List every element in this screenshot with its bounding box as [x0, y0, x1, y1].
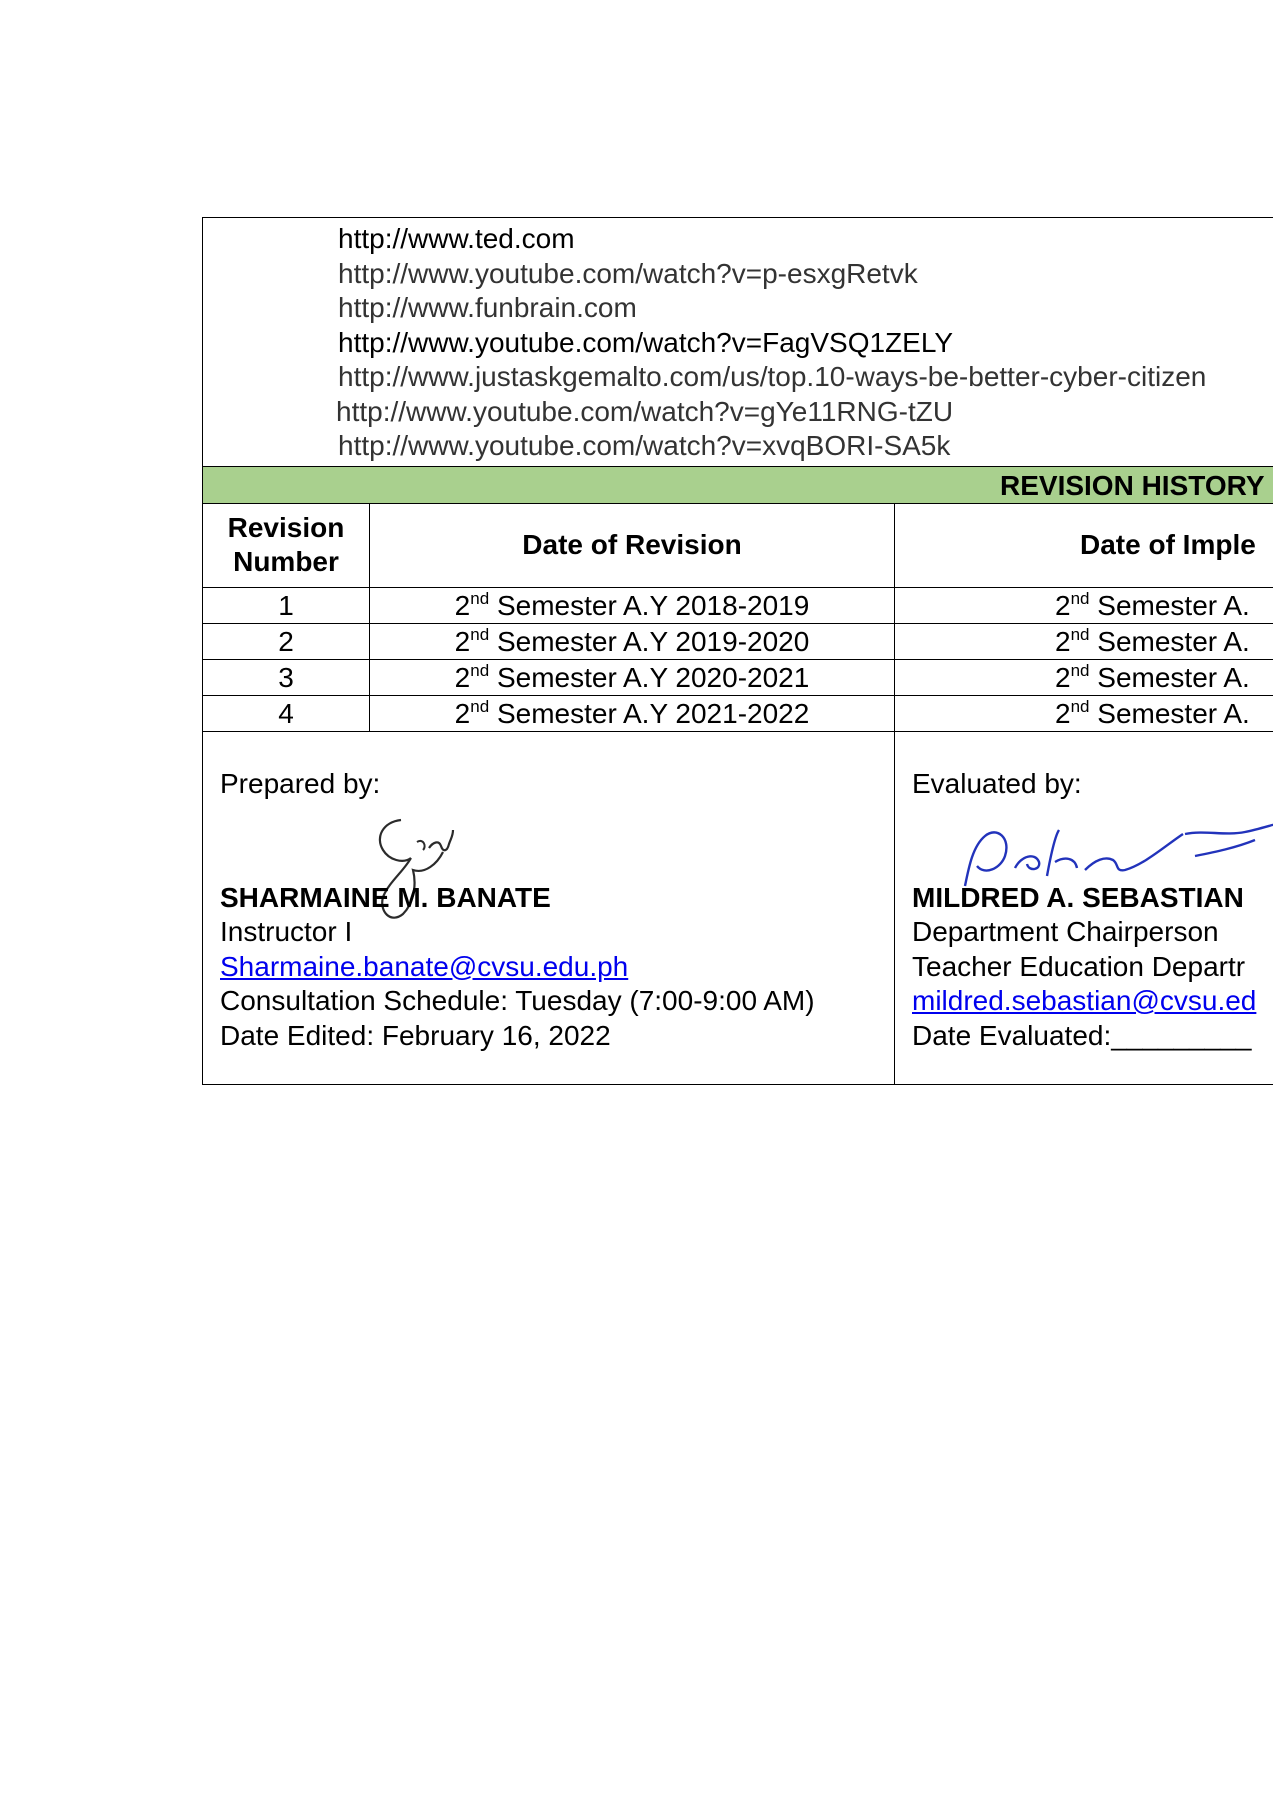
header-date-of-revision: Date of Revision [370, 503, 895, 588]
implementation-date-cell: 2nd Semester A. [895, 696, 1273, 732]
evaluated-by-block: Evaluated by: MILDRED A. SEBASTIAN Depar… [895, 732, 1273, 1084]
reference-link[interactable]: http://www.funbrain.com [203, 291, 1273, 326]
implementation-date-cell: 2nd Semester A. [895, 624, 1273, 660]
revision-number-cell: 3 [203, 659, 370, 696]
revision-number-cell: 1 [203, 587, 370, 624]
implementation-date-cell: 2nd Semester A. [895, 588, 1273, 624]
reference-link[interactable]: http://www.youtube.com/watch?v=FagVSQ1ZE… [203, 326, 1273, 361]
date-edited: Date Edited: February 16, 2022 [220, 1019, 611, 1051]
references-list: http://www.ted.com http://www.youtube.co… [203, 218, 1273, 466]
preparer-name: SHARMAINE M. BANATE [220, 881, 551, 913]
document-page: http://www.ted.com http://www.youtube.co… [0, 0, 1273, 1800]
revision-date-cell: 2nd Semester A.Y 2021-2022 [370, 695, 895, 732]
evaluator-email-link[interactable]: mildred.sebastian@cvsu.ed [912, 984, 1256, 1019]
evaluated-by-label: Evaluated by: [912, 767, 1082, 799]
prepared-by-label: Prepared by: [220, 767, 381, 799]
implementation-date-cell: 2nd Semester A. [895, 660, 1273, 696]
prepared-by-details: SHARMAINE M. BANATE Instructor I Sharmai… [220, 881, 815, 1054]
revision-date-cell: 2nd Semester A.Y 2018-2019 [370, 587, 895, 624]
header-line: Revision [227, 512, 345, 543]
evaluator-position: Department Chairperson [912, 916, 1219, 947]
syllabus-table: http://www.ted.com http://www.youtube.co… [202, 217, 1273, 1085]
revision-number-cell: 2 [203, 623, 370, 660]
revision-date-cell: 2nd Semester A.Y 2020-2021 [370, 659, 895, 696]
header-revision-number: Revision Number [203, 503, 370, 588]
preparer-email-link[interactable]: Sharmaine.banate@cvsu.edu.ph [220, 950, 815, 985]
date-evaluated: Date Evaluated:_________ [912, 1019, 1252, 1051]
header-line: Number [233, 546, 339, 577]
reference-link[interactable]: http://www.youtube.com/watch?v=p-esxgRet… [203, 257, 1273, 292]
revision-date-cell: 2nd Semester A.Y 2019-2020 [370, 623, 895, 660]
header-date-of-implementation: Date of Imple [895, 504, 1273, 588]
revision-number-cell: 4 [203, 695, 370, 732]
reference-link[interactable]: http://www.ted.com [203, 222, 1273, 257]
evaluated-by-details: MILDRED A. SEBASTIAN Department Chairper… [912, 881, 1256, 1054]
revision-history-title: REVISION HISTORY [1000, 469, 1265, 501]
signatories-section: Prepared by: SHARMAINE M. BANATE Instruc… [203, 731, 1273, 1084]
prepared-by-block: Prepared by: SHARMAINE M. BANATE Instruc… [203, 731, 895, 1084]
revision-history-table: Revision Number Date of Revision Date of… [203, 503, 1273, 732]
evaluator-department: Teacher Education Departr [912, 950, 1246, 982]
reference-link[interactable]: http://www.youtube.com/watch?v=xvqBORI-S… [203, 429, 1273, 464]
preparer-position: Instructor I [220, 916, 353, 947]
consultation-schedule: Consultation Schedule: Tuesday (7:00-9:0… [220, 985, 815, 1016]
reference-link[interactable]: http://www.youtube.com/watch?v=gYe11RNG-… [203, 395, 1273, 430]
reference-link[interactable]: http://www.justaskgemalto.com/us/top.10-… [203, 360, 1273, 395]
revision-history-header: REVISION HISTORY [203, 465, 1273, 504]
evaluator-name: MILDRED A. SEBASTIAN [912, 881, 1244, 913]
